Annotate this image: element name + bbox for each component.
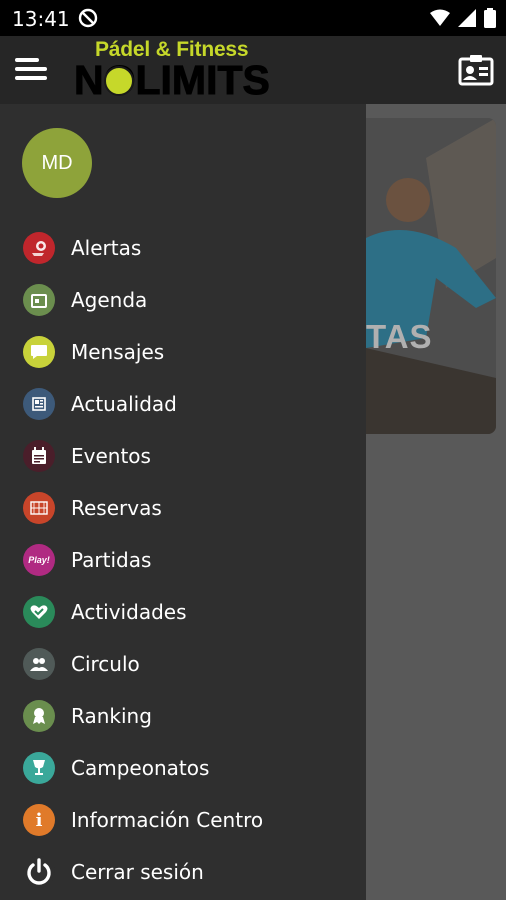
menu-item-cerrar-sesion[interactable]: Cerrar sesión (0, 846, 366, 898)
court-icon (23, 492, 55, 524)
battery-icon (484, 8, 496, 28)
card-title: TAS (366, 318, 433, 355)
menu-label: Partidas (71, 548, 152, 572)
padel-ball-icon (104, 66, 134, 96)
menu-item-ranking[interactable]: Ranking (0, 690, 366, 742)
heart-check-icon (23, 596, 55, 628)
play-icon: Play! (23, 544, 55, 576)
app-bar: Pádel & Fitness NOLIMITS (0, 36, 506, 104)
menu-item-campeonatos[interactable]: Campeonatos (0, 742, 366, 794)
medal-icon (23, 700, 55, 732)
menu-label: Información Centro (71, 808, 264, 832)
menu-label: Circulo (71, 652, 140, 676)
feature-card[interactable]: TAS (366, 118, 496, 434)
menu-item-eventos[interactable]: Eventos (0, 430, 366, 482)
contact-card-icon[interactable] (458, 54, 494, 86)
menu-label: Campeonatos (71, 756, 210, 780)
people-icon (23, 648, 55, 680)
menu-item-alertas[interactable]: Alertas (0, 222, 366, 274)
avatar-initials: MD (41, 151, 73, 174)
wifi-icon (430, 9, 450, 26)
event-calendar-icon (23, 440, 55, 472)
menu-label: Mensajes (71, 340, 165, 364)
main-content-dimmed[interactable]: TAS (366, 104, 506, 900)
status-icons (430, 8, 496, 28)
menu-item-agenda[interactable]: Agenda (0, 274, 366, 326)
menu-label: Alertas (71, 236, 142, 260)
menu-label: Cerrar sesión (71, 860, 204, 884)
status-time: 13:41 (12, 7, 70, 31)
news-icon (23, 388, 55, 420)
signal-icon (458, 9, 476, 27)
do-not-disturb-icon (78, 8, 98, 28)
menu-item-reservas[interactable]: Reservas (0, 482, 366, 534)
play-icon-text: Play! (28, 555, 50, 565)
menu-label: Actualidad (71, 392, 177, 416)
info-icon-text: i (35, 809, 43, 831)
user-avatar[interactable]: MD (22, 128, 92, 198)
menu-label: Actividades (71, 600, 187, 624)
info-icon: i (23, 804, 55, 836)
menu-item-actividades[interactable]: Actividades (0, 586, 366, 638)
menu-item-mensajes[interactable]: Mensajes (0, 326, 366, 378)
status-bar: 13:41 (0, 0, 506, 36)
drawer-menu: Alertas Agenda Mensajes Actualidad Event… (0, 222, 366, 898)
menu-label: Reservas (71, 496, 162, 520)
menu-item-actualidad[interactable]: Actualidad (0, 378, 366, 430)
nolimits-logo: Pádel & Fitness NOLIMITS (74, 36, 294, 104)
menu-hamburger-button[interactable] (15, 58, 47, 84)
menu-item-circulo[interactable]: Circulo (0, 638, 366, 690)
calendar-icon (23, 284, 55, 316)
chat-bubble-icon (23, 336, 55, 368)
menu-label: Eventos (71, 444, 151, 468)
navigation-drawer: MD Alertas Agenda Mensajes Actualidad Ev… (0, 104, 366, 900)
menu-label: Ranking (71, 704, 152, 728)
card-photo (366, 118, 496, 434)
menu-item-informacion-centro[interactable]: i Información Centro (0, 794, 366, 846)
menu-label: Agenda (71, 288, 148, 312)
trophy-icon (23, 752, 55, 784)
power-icon (23, 856, 55, 888)
menu-item-partidas[interactable]: Play! Partidas (0, 534, 366, 586)
alert-bell-icon (23, 232, 55, 264)
